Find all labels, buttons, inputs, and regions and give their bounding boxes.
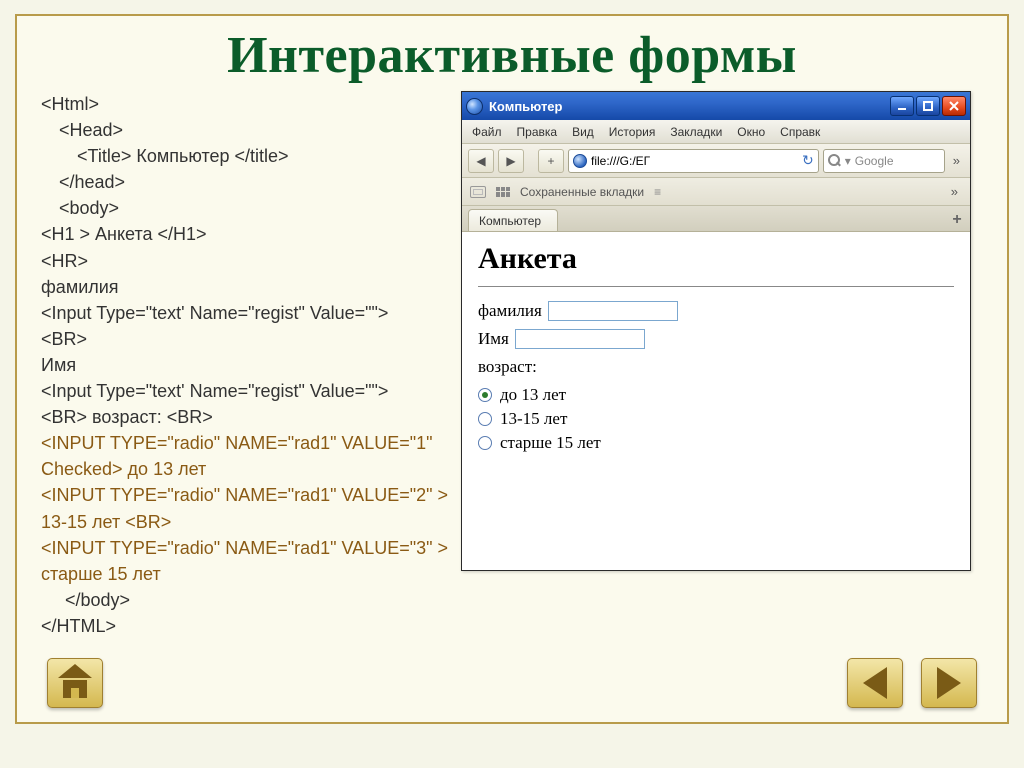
next-slide-button[interactable] [921,658,977,708]
code-line: </body> [41,587,451,613]
active-tab[interactable]: Компьютер [468,209,558,231]
code-line: <INPUT TYPE="radio" NAME="rad1" VALUE="3… [41,535,451,587]
divider [478,286,954,287]
title-bar: Компьютер [462,92,970,120]
app-icon [466,98,483,115]
arrow-left-icon [863,667,887,699]
search-icon [828,154,841,167]
radio-under13-label: до 13 лет [500,385,566,405]
surname-input[interactable] [548,301,678,321]
menu-window[interactable]: Окно [737,125,765,139]
radio-over15-label: старше 15 лет [500,433,601,453]
prev-slide-button[interactable] [847,658,903,708]
radio-over15[interactable] [478,436,492,450]
code-line: <Head> [41,117,451,143]
code-line: фамилия [41,274,451,300]
slide-nav [17,658,1007,708]
code-line: </head> [41,169,451,195]
code-line: <Input Type="text' Name="regist" Value="… [41,300,451,326]
radio-under13[interactable] [478,388,492,402]
code-line: <Html> [41,91,451,117]
surname-label: фамилия [478,301,542,321]
name-input[interactable] [515,329,645,349]
search-box[interactable]: ▾ Google [823,149,945,173]
menu-bookmarks[interactable]: Закладки [670,125,722,139]
slide-title: Интерактивные формы [17,16,1007,85]
search-text: Google [855,154,894,168]
url-bar[interactable]: file:///G:/ЕГ ↻ [568,149,819,173]
page-heading: Анкета [478,242,954,276]
code-line: <Title> Компьютер </title> [41,143,451,169]
render-area: Анкета фамилия Имя возраст: до 13 лет [462,232,970,570]
grid-icon[interactable] [496,187,510,197]
menu-view[interactable]: Вид [572,125,594,139]
code-line: <INPUT TYPE="radio" NAME="rad1" VALUE="2… [41,482,451,534]
tab-strip: Компьютер + [462,206,970,232]
code-line: <body> [41,195,451,221]
slide-frame: Интерактивные формы <Html> <Head> <Title… [15,14,1009,724]
close-button[interactable] [942,96,966,116]
home-button[interactable] [47,658,103,708]
minimize-button[interactable] [890,96,914,116]
add-tab-button[interactable]: + [944,209,970,231]
bookmarks-overflow[interactable]: » [947,184,962,199]
menu-edit[interactable]: Правка [517,125,558,139]
browser-window: Компьютер Файл Правка Вид История Заклад… [461,91,971,571]
globe-icon [573,154,587,168]
back-button[interactable]: ◀ [468,149,494,173]
radio-13-15-label: 13-15 лет [500,409,567,429]
saved-tabs-label[interactable]: Сохраненные вкладки [520,185,644,199]
url-text: file:///G:/ЕГ [591,154,650,168]
code-line: <BR> возраст: <BR> [41,404,451,430]
menu-help[interactable]: Справк [780,125,820,139]
arrow-right-icon [937,667,961,699]
code-line: </HTML> [41,613,451,639]
new-tab-button[interactable]: + [538,149,564,173]
code-line: <BR> [41,326,451,352]
window-title: Компьютер [489,99,890,114]
saved-tabs-marker: ≡ [654,185,661,199]
code-line: <HR> [41,248,451,274]
bookmarks-bar: Сохраненные вкладки ≡ » [462,178,970,206]
code-listing: <Html> <Head> <Title> Компьютер </title>… [41,91,451,639]
home-icon [58,668,92,698]
code-line: <Input Type="text' Name="regist" Value="… [41,378,451,404]
code-line: <INPUT TYPE="radio" NAME="rad1" VALUE="1… [41,430,451,482]
toolbar-overflow[interactable]: » [949,153,964,168]
age-label: возраст: [478,357,537,377]
menu-bar: Файл Правка Вид История Закладки Окно Сп… [462,120,970,144]
code-line: <H1 > Анкета </H1> [41,221,451,247]
radio-dot-icon [482,392,488,398]
reload-icon[interactable]: ↻ [802,152,814,169]
menu-history[interactable]: История [609,125,656,139]
forward-button[interactable]: ▶ [498,149,524,173]
nav-toolbar: ◀ ▶ + file:///G:/ЕГ ↻ ▾ Google » [462,144,970,178]
maximize-button[interactable] [916,96,940,116]
name-label: Имя [478,329,509,349]
search-placeholder: ▾ [845,154,851,168]
radio-13-15[interactable] [478,412,492,426]
menu-file[interactable]: Файл [472,125,502,139]
code-line: Имя [41,352,451,378]
library-icon[interactable] [470,186,486,198]
